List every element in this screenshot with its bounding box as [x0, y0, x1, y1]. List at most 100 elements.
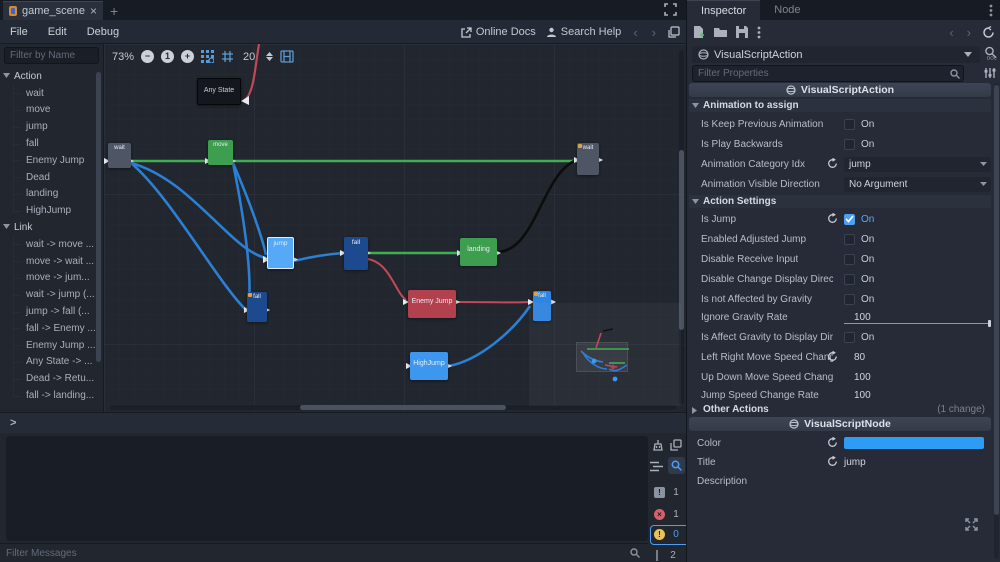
graph-node-wait[interactable]: wait: [108, 143, 131, 168]
number-field[interactable]: 80: [854, 352, 865, 363]
tree-group-action[interactable]: Action: [0, 68, 96, 85]
checkbox[interactable]: [844, 332, 855, 343]
collapse-messages-icon[interactable]: [650, 461, 663, 472]
tab-inspector[interactable]: Inspector: [687, 0, 760, 20]
section-other-actions[interactable]: Other Actions (1 change): [689, 403, 991, 416]
color-picker-swatch[interactable]: [844, 437, 984, 449]
log-count-row[interactable]: ! 1: [654, 487, 681, 498]
tree-item[interactable]: fall: [0, 135, 96, 152]
save-resource-icon[interactable]: [736, 26, 748, 38]
checkbox[interactable]: [844, 254, 855, 265]
tab-node[interactable]: Node: [760, 0, 814, 20]
layout-icon[interactable]: [280, 50, 294, 63]
close-icon[interactable]: ×: [90, 5, 97, 17]
tree-item[interactable]: jump: [0, 118, 96, 135]
script-panel-icon[interactable]: [668, 26, 680, 38]
number-field[interactable]: 100: [854, 372, 871, 383]
property-tools-icon[interactable]: [984, 67, 996, 79]
tree-item[interactable]: fall -> Enemy ...: [0, 320, 96, 337]
expression-prompt-bar[interactable]: >: [0, 412, 686, 433]
tree-item[interactable]: wait -> move ...: [0, 236, 96, 253]
snap-toggle-icon[interactable]: [201, 50, 214, 63]
history-forward-icon[interactable]: ›: [650, 25, 658, 40]
clear-output-icon[interactable]: [652, 439, 664, 451]
state-graph-editor[interactable]: 73% − 1 + 20: [104, 44, 686, 412]
filter-properties-input[interactable]: [692, 65, 964, 82]
number-field[interactable]: 100: [854, 390, 871, 401]
graph-node-wait-2[interactable]: wait: [577, 143, 599, 175]
distraction-free-icon[interactable]: [664, 3, 677, 16]
graph-node-landing[interactable]: landing: [460, 238, 497, 266]
checkbox-checked[interactable]: [844, 214, 855, 225]
snap-distance-value[interactable]: 20: [243, 51, 255, 63]
category-visualscriptaction[interactable]: VisualScriptAction: [689, 83, 991, 97]
checkbox[interactable]: [844, 234, 855, 245]
history-forward-icon[interactable]: ›: [965, 25, 973, 40]
section-action-settings[interactable]: Action Settings: [689, 195, 991, 208]
tree-item[interactable]: jump -> fall (...: [0, 303, 96, 320]
open-docs-icon[interactable]: DOC: [984, 46, 997, 60]
tree-item[interactable]: Enemy Jump: [0, 152, 96, 169]
history-back-icon[interactable]: ‹: [947, 25, 955, 40]
number-field[interactable]: 100: [854, 312, 871, 323]
title-field[interactable]: jump: [844, 457, 866, 468]
checkbox[interactable]: [844, 274, 855, 285]
tree-item[interactable]: fall -> landing...: [0, 387, 96, 404]
online-docs-button[interactable]: Online Docs: [461, 26, 536, 38]
graph-node-move[interactable]: move: [208, 140, 233, 165]
tree-item[interactable]: wait -> jump (...: [0, 286, 96, 303]
graph-minimap[interactable]: [529, 303, 681, 406]
warning-count-row[interactable]: ! 0: [654, 529, 681, 540]
graph-node-jump-selected[interactable]: jump: [267, 237, 294, 269]
expand-textarea-icon[interactable]: [965, 518, 978, 531]
category-visualscriptnode[interactable]: VisualScriptNode: [689, 417, 991, 431]
tree-item[interactable]: Dead -> Retu...: [0, 370, 96, 387]
tree-item[interactable]: Enemy Jump ...: [0, 337, 96, 354]
panel-menu-icon[interactable]: [989, 4, 993, 17]
menu-debug[interactable]: Debug: [77, 26, 129, 38]
new-resource-icon[interactable]: [693, 26, 705, 39]
output-console[interactable]: [6, 436, 648, 541]
menu-file[interactable]: File: [0, 26, 38, 38]
load-resource-icon[interactable]: [714, 27, 727, 38]
graph-node-fall-2[interactable]: fall: [247, 292, 267, 322]
graph-node-enemy-jump[interactable]: Enemy Jump: [408, 290, 456, 318]
history-back-icon[interactable]: ‹: [631, 25, 639, 40]
slider-grabber[interactable]: [988, 320, 991, 327]
graph-node-highjump[interactable]: HighJump: [410, 352, 448, 380]
tree-item[interactable]: wait: [0, 85, 96, 102]
description-textarea[interactable]: [695, 486, 985, 554]
zoom-reset-button[interactable]: 1: [161, 50, 174, 63]
graph-node-fall[interactable]: fall: [344, 237, 368, 270]
checkbox[interactable]: [844, 294, 855, 305]
search-help-button[interactable]: Search Help: [546, 26, 622, 38]
resource-menu-icon[interactable]: [757, 26, 761, 39]
checkbox[interactable]: [844, 119, 855, 130]
tree-item[interactable]: move -> wait ...: [0, 253, 96, 270]
inspector-scrollbar-thumb[interactable]: [994, 85, 999, 515]
checkbox[interactable]: [844, 139, 855, 150]
new-tab-button[interactable]: +: [110, 3, 118, 19]
anim-category-dropdown[interactable]: jump: [844, 157, 991, 172]
revert-icon[interactable]: [827, 158, 838, 169]
menu-edit[interactable]: Edit: [38, 26, 77, 38]
revert-icon[interactable]: [827, 351, 838, 362]
grid-config-icon[interactable]: [221, 50, 234, 63]
copy-icon[interactable]: [670, 439, 682, 451]
scene-tab[interactable]: game_scene ×: [3, 1, 103, 20]
object-history-icon[interactable]: [982, 26, 995, 39]
error-count-row[interactable]: × 1: [654, 509, 681, 520]
tree-scrollbar[interactable]: [96, 72, 101, 362]
tree-item[interactable]: HighJump: [0, 202, 96, 219]
filter-by-name-input[interactable]: [4, 47, 99, 64]
revert-icon[interactable]: [827, 213, 838, 224]
graph-node-any-state[interactable]: Any State: [197, 78, 241, 105]
filter-messages-input[interactable]: [0, 543, 648, 562]
tree-item[interactable]: landing: [0, 186, 96, 203]
tree-item[interactable]: move -> jum...: [0, 270, 96, 287]
tree-group-link[interactable]: Link: [0, 219, 96, 236]
snap-spinner[interactable]: [266, 52, 273, 61]
tree-item[interactable]: Any State -> ...: [0, 354, 96, 371]
anim-visible-direction-dropdown[interactable]: No Argument: [844, 177, 991, 192]
tree-item[interactable]: Dead: [0, 169, 96, 186]
